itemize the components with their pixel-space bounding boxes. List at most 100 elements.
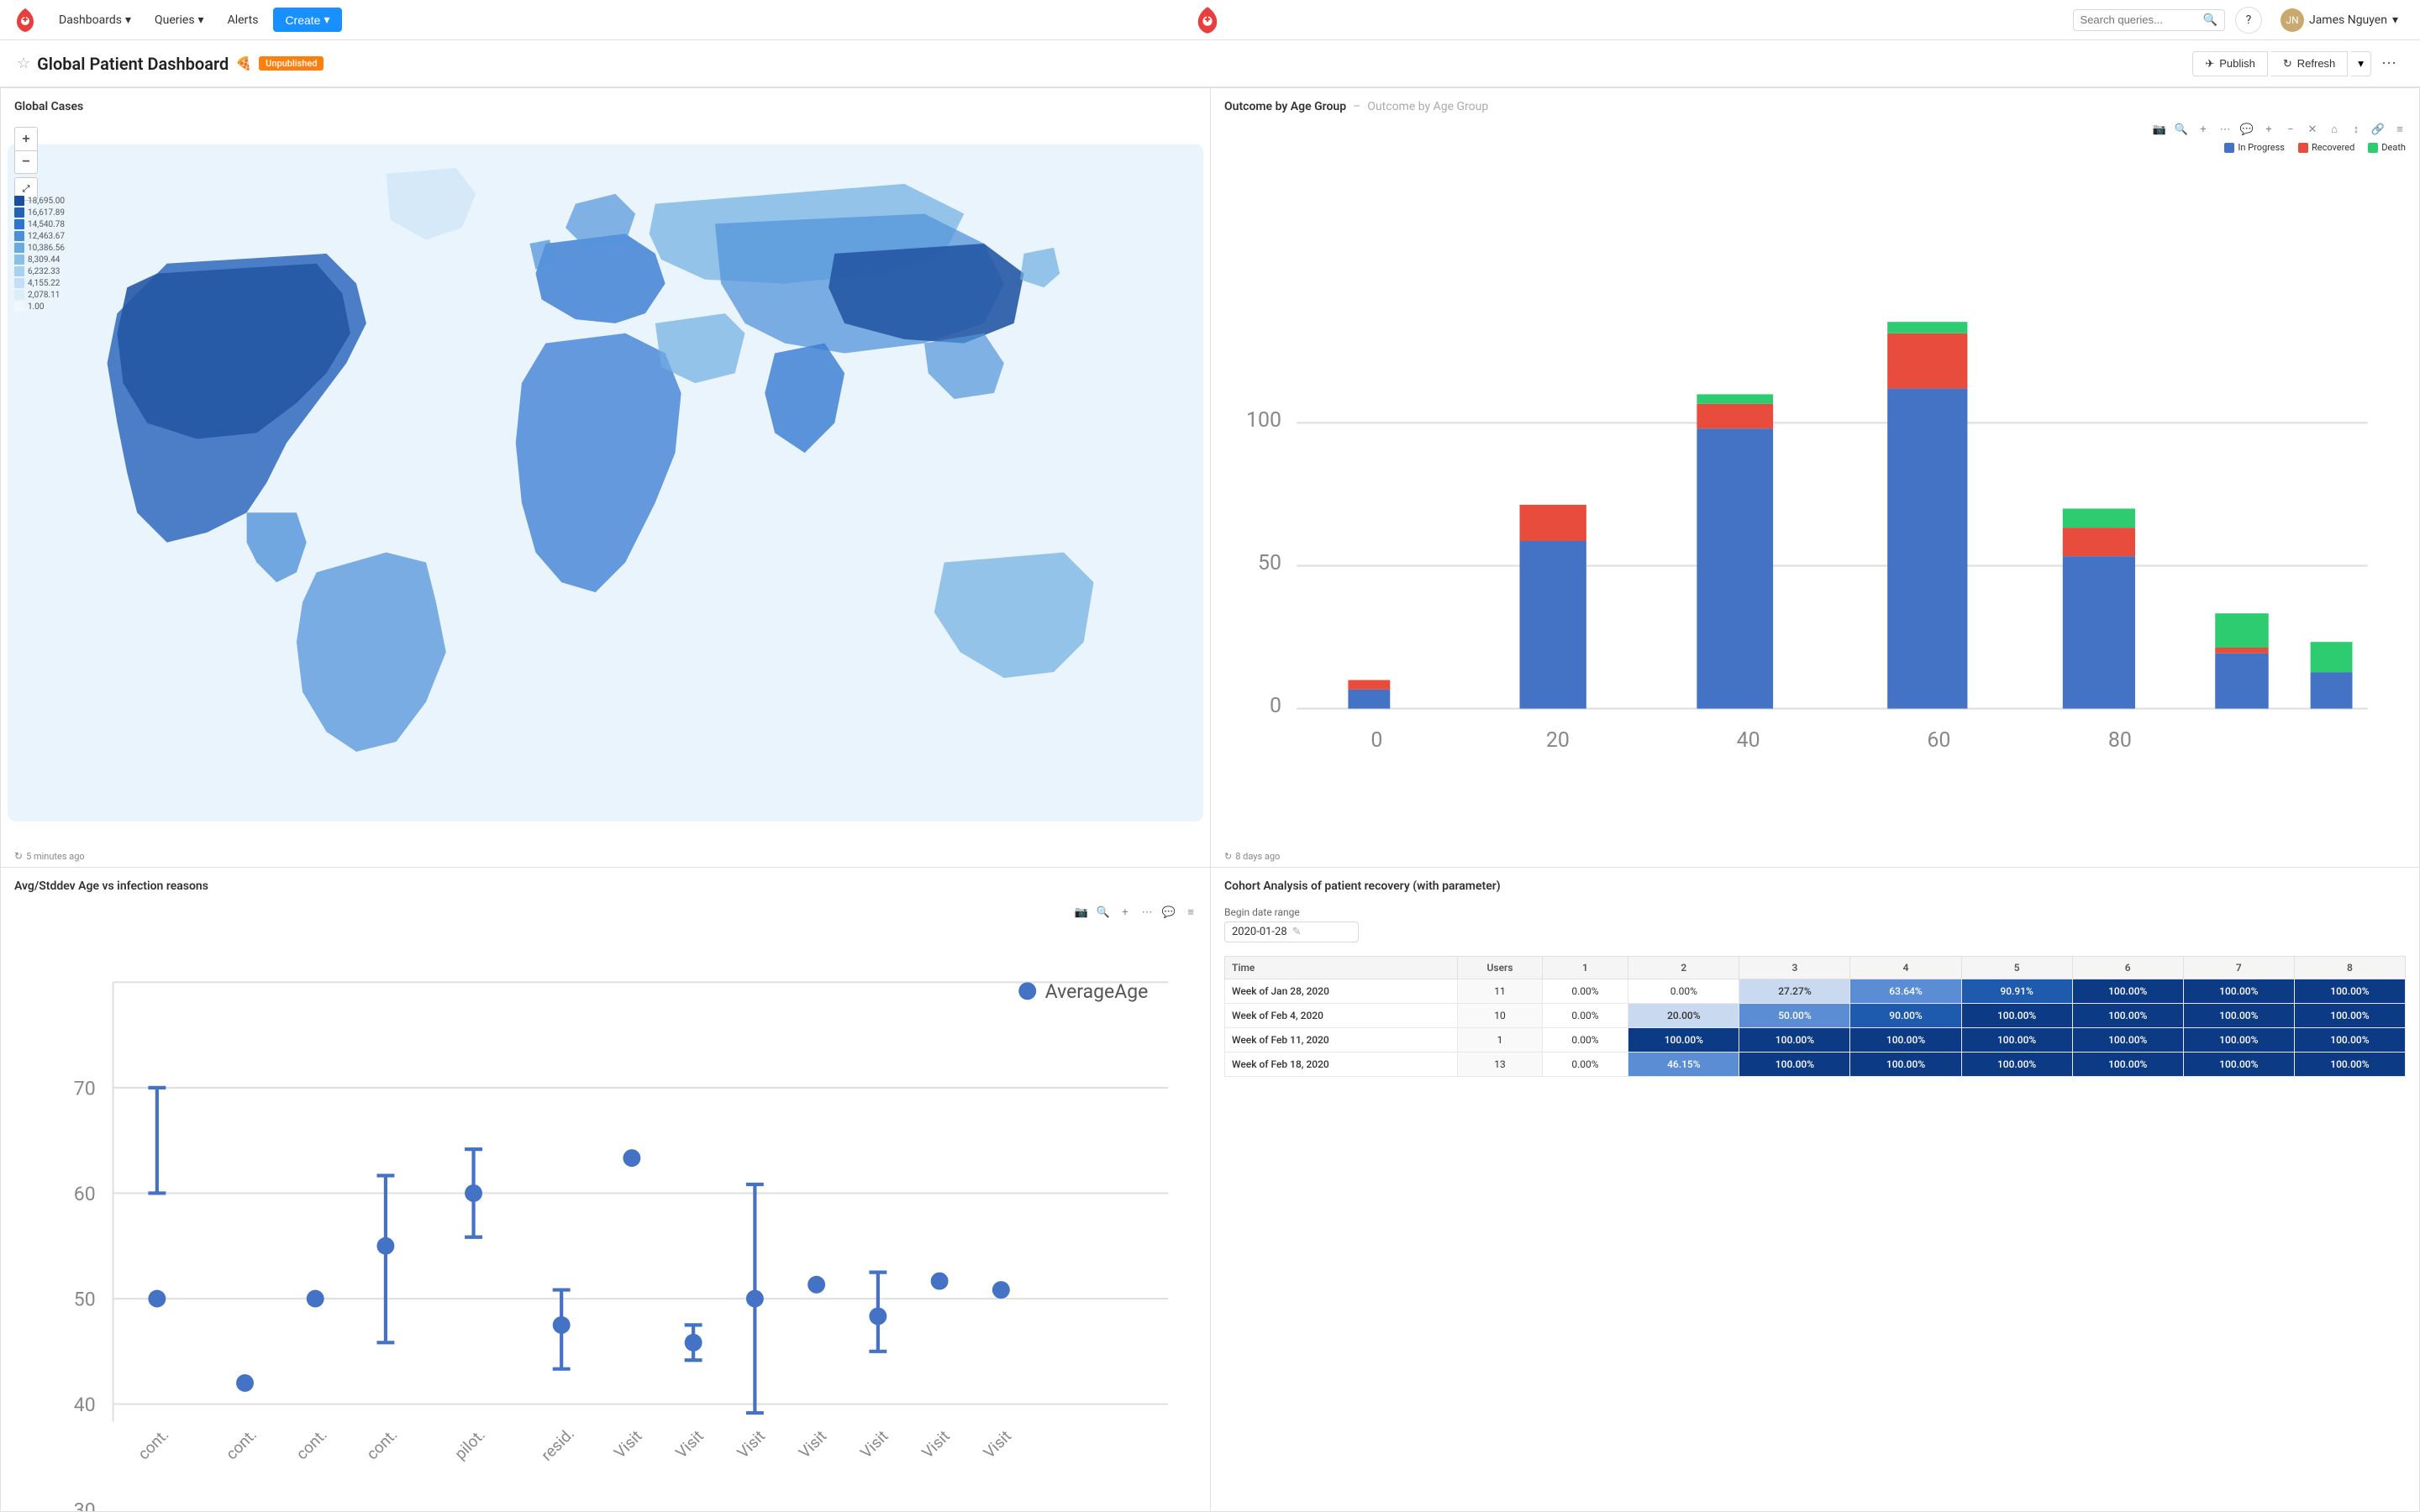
cohort-value-cell: 46.15%: [1628, 1053, 1739, 1077]
svg-text:50: 50: [74, 1289, 96, 1311]
avg-camera-icon[interactable]: 📷: [1072, 903, 1091, 921]
refresh-icon: ↻: [2283, 57, 2292, 71]
cohort-value-cell: 100.00%: [1961, 1004, 2072, 1028]
dashboards-chevron-icon: ▾: [125, 13, 131, 27]
legend-recovered: Recovered: [2298, 142, 2354, 153]
select-icon[interactable]: ⋯: [2216, 120, 2234, 139]
cohort-panel: Cohort Analysis of patient recovery (wit…: [1210, 868, 2420, 1512]
avg-select-icon[interactable]: ⋯: [1138, 903, 1156, 921]
svg-text:20: 20: [1546, 728, 1570, 753]
link-icon[interactable]: 🔗: [2369, 120, 2387, 139]
svg-text:100: 100: [1246, 408, 1281, 433]
user-menu[interactable]: JN James Nguyen ▾: [2272, 3, 2407, 37]
col-3: 3: [1739, 957, 1850, 979]
dashboard-title-area: ☆ Global Patient Dashboard 🍕 Unpublished: [17, 54, 2192, 74]
svg-text:Visit: Visit: [918, 1427, 954, 1462]
cohort-value-cell: 27.27%: [1739, 979, 1850, 1004]
pencil-icon: ✎: [1292, 926, 1302, 938]
cohort-value-cell: 63.64%: [1850, 979, 1961, 1004]
cohort-value-cell: 100.00%: [1961, 1053, 2072, 1077]
outcome-chart-content: 0 50 100 0 20 40 60 80: [1211, 156, 2419, 846]
unpublished-badge: Unpublished: [259, 56, 324, 71]
svg-text:cont.: cont.: [292, 1425, 330, 1463]
nav-dashboards[interactable]: Dashboards ▾: [50, 8, 139, 32]
create-button[interactable]: Create ▾: [273, 8, 341, 32]
minus-icon[interactable]: −: [2281, 120, 2300, 139]
cohort-value-cell: 100.00%: [2072, 979, 2183, 1004]
camera-icon[interactable]: 📷: [2150, 120, 2169, 139]
avg-menu-icon[interactable]: ≡: [1181, 903, 1200, 921]
cohort-value-cell: 90.00%: [1850, 1004, 1961, 1028]
col-4: 4: [1850, 957, 1961, 979]
svg-text:cont.: cont.: [363, 1425, 401, 1463]
comment-icon[interactable]: 💬: [2238, 120, 2256, 139]
map-svg-area: [1, 120, 1210, 845]
svg-text:cont.: cont.: [223, 1425, 260, 1463]
search-icon: 🔍: [2203, 13, 2217, 27]
col-1: 1: [1542, 957, 1628, 979]
date-range-label: Begin date range: [1224, 906, 2406, 918]
svg-text:Visit: Visit: [672, 1427, 708, 1462]
cohort-title: Cohort Analysis of patient recovery (wit…: [1211, 868, 2419, 900]
map-legend-item: 1.00: [14, 302, 65, 312]
refresh-dropdown-button[interactable]: ▾: [2351, 51, 2371, 76]
help-button[interactable]: ?: [2235, 7, 2262, 34]
cohort-value-cell: 0.00%: [1628, 979, 1739, 1004]
zoom-icon[interactable]: 🔍: [2172, 120, 2191, 139]
dashboard-header: ☆ Global Patient Dashboard 🍕 Unpublished…: [0, 40, 2420, 87]
global-cases-footer: ↻ 5 minutes ago: [1, 845, 1210, 867]
cohort-time-cell: Week of Jan 28, 2020: [1225, 979, 1458, 1004]
cohort-table-container: Time Users 1 2 3 4 5 6 7 8 Week of Jan 2…: [1211, 949, 2419, 1090]
legend-death: Death: [2368, 142, 2406, 153]
col-5: 5: [1961, 957, 2072, 979]
nav-queries[interactable]: Queries ▾: [146, 8, 213, 32]
cohort-value-cell: 0.00%: [1542, 1053, 1628, 1077]
table-row: Week of Feb 11, 202010.00%100.00%100.00%…: [1225, 1028, 2406, 1053]
cohort-time-cell: Week of Feb 4, 2020: [1225, 1004, 1458, 1028]
more-options-button[interactable]: ⋯: [2375, 51, 2403, 76]
home-icon[interactable]: ⌂: [2325, 120, 2344, 139]
svg-text:pilot.: pilot.: [451, 1425, 489, 1463]
cohort-users-cell: 10: [1458, 1004, 1542, 1028]
publish-button[interactable]: ✈ Publish: [2192, 51, 2268, 76]
search-input[interactable]: [2081, 13, 2198, 26]
navbar-center: [349, 5, 2066, 35]
favorite-star-icon[interactable]: ☆: [17, 55, 30, 72]
nav-alerts[interactable]: Alerts: [219, 8, 267, 32]
map-legend-item: 10,386.56: [14, 243, 65, 253]
col-time: Time: [1225, 957, 1458, 979]
cohort-value-cell: 0.00%: [1542, 1004, 1628, 1028]
outcome-toolbar: 📷 🔍 + ⋯ 💬 + − ✕ ⌂ ↕ 🔗 ≡: [1211, 117, 2419, 142]
navbar-right: 🔍 ? JN James Nguyen ▾: [2073, 3, 2407, 37]
refresh-button[interactable]: ↻ Refresh: [2271, 51, 2348, 76]
global-cases-title: Global Cases: [1, 88, 1210, 120]
cohort-time-cell: Week of Feb 11, 2020: [1225, 1028, 1458, 1053]
cross-icon[interactable]: ✕: [2303, 120, 2322, 139]
avg-comment-icon[interactable]: 💬: [1160, 903, 1178, 921]
table-row: Week of Feb 18, 2020130.00%46.15%100.00%…: [1225, 1053, 2406, 1077]
queries-chevron-icon: ▾: [198, 13, 204, 27]
map-container: + − ⤢ 18,695.0016,617.8914,540.7812,463.…: [1, 120, 1210, 845]
menu-icon[interactable]: ≡: [2391, 120, 2409, 139]
updown-icon[interactable]: ↕: [2347, 120, 2365, 139]
avg-zoom-icon[interactable]: 🔍: [1094, 903, 1113, 921]
svg-text:30: 30: [74, 1499, 96, 1511]
table-row: Week of Jan 28, 2020110.00%0.00%27.27%63…: [1225, 979, 2406, 1004]
svg-text:Visit: Visit: [796, 1427, 831, 1462]
dashboard-grid: Global Cases + − ⤢ 18,695.0016,617.8914,…: [0, 87, 2420, 1512]
outcome-subtitle: Outcome by Age Group: [1367, 100, 1488, 113]
search-box[interactable]: 🔍: [2073, 9, 2225, 31]
date-input[interactable]: 2020-01-28 ✎: [1224, 921, 1359, 942]
svg-text:AverageAge: AverageAge: [1045, 980, 1149, 1003]
cohort-value-cell: 100.00%: [2072, 1053, 2183, 1077]
avg-add-icon[interactable]: +: [1116, 903, 1134, 921]
zoom-out-button[interactable]: −: [14, 150, 38, 174]
outcome-clock-icon: ↻: [1224, 851, 1232, 862]
zoom-in-button[interactable]: +: [14, 127, 38, 150]
add-icon[interactable]: +: [2194, 120, 2212, 139]
cohort-value-cell: 100.00%: [1850, 1028, 1961, 1053]
caret-down-icon: ▾: [2358, 57, 2364, 70]
avg-age-title: Avg/Stddev Age vs infection reasons: [1, 868, 1210, 900]
plus-icon[interactable]: +: [2260, 120, 2278, 139]
avg-age-panel: Avg/Stddev Age vs infection reasons 📷 🔍 …: [0, 868, 1210, 1512]
